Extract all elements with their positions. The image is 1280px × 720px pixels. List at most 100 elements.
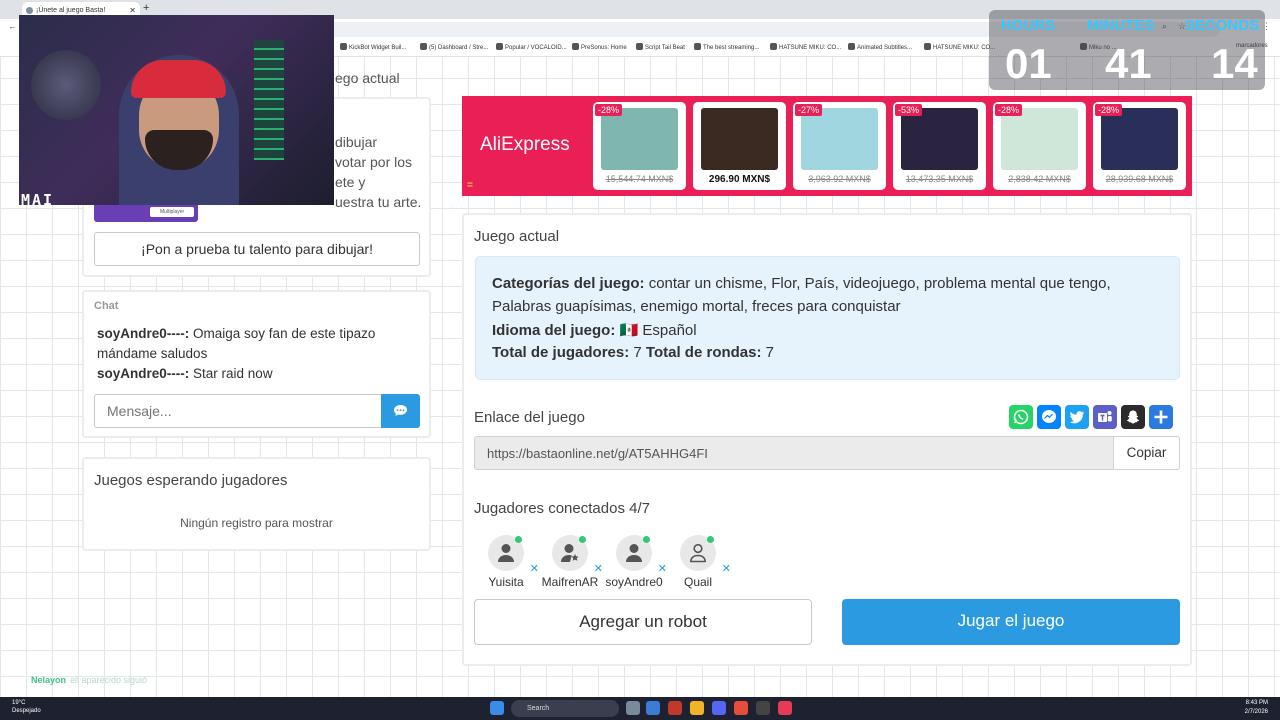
ad-discount-badge: -53% — [895, 104, 923, 116]
ad-product-image — [801, 108, 878, 170]
copy-link-button[interactable]: Copiar — [1113, 436, 1180, 470]
chat-user: soyAndre0----: — [97, 326, 190, 341]
more-share-button[interactable] — [1149, 405, 1173, 429]
bookmark-icon — [496, 43, 503, 50]
online-status-dot — [579, 536, 586, 543]
folder-icon[interactable] — [690, 701, 704, 715]
start-icon[interactable] — [490, 701, 504, 715]
app-icon[interactable] — [756, 701, 770, 715]
draw-talent-button[interactable]: ¡Pon a prueba tu talento para dibujar! — [94, 232, 420, 266]
chat-text: mándame saludos — [97, 346, 208, 361]
alert-user: Nelayon — [31, 675, 67, 685]
categories-label: Categorías del juego: — [492, 275, 645, 292]
bookmark-item[interactable]: Popular / VOCALOID... — [496, 43, 567, 51]
chrome-icon[interactable] — [734, 701, 748, 715]
multiplayer-badge-label: Multiplayer — [150, 207, 194, 217]
ad-product-price: 2,838.42 MXN$ — [1008, 174, 1071, 184]
player-item: soyAndre0 ✕ — [599, 535, 669, 589]
ad-product-image — [601, 108, 678, 170]
ad-product[interactable]: -28% 2,838.42 MXN$ — [993, 102, 1086, 190]
player-avatar — [680, 535, 716, 571]
game-info-box: Categorías del juego: contar un chisme, … — [475, 256, 1180, 380]
add-robot-button[interactable]: Agregar un robot — [474, 599, 812, 645]
bookmark-item[interactable]: The best streaming... — [694, 43, 759, 51]
bookmark-icon — [636, 43, 643, 50]
bookmark-icon — [340, 43, 347, 50]
messenger-icon — [1042, 410, 1056, 423]
new-tab-button[interactable]: + — [143, 2, 149, 14]
game-link-input[interactable] — [474, 436, 1114, 470]
categories-line: Categorías del juego: contar un chisme, … — [492, 275, 1111, 292]
windows-taskbar: 19°C Despejado Search 8:43 PM 2/7/2026 — [0, 697, 1280, 720]
user-icon — [498, 544, 514, 562]
chat-message-input[interactable] — [94, 394, 382, 428]
bookmark-item[interactable]: Animated Subtitles... — [848, 43, 912, 51]
teams-share-button[interactable] — [1093, 405, 1117, 429]
categories-value: contar un chisme, Flor, País, videojuego… — [648, 275, 1111, 292]
bookmark-item[interactable]: KickBot Widget Buil... — [340, 43, 406, 51]
ad-discount-badge: -27% — [795, 104, 823, 116]
chat-text: Star raid now — [193, 366, 273, 381]
bookmark-item[interactable]: HATSUNE MIKU: CO... — [924, 43, 995, 51]
player-avatar — [616, 535, 652, 571]
streamer-cap — [131, 60, 226, 98]
ad-product[interactable]: -53% 13,473.35 MXN$ — [893, 102, 986, 190]
players-total-label: Total de jugadores: — [492, 344, 630, 361]
seconds-value: 14 — [1211, 40, 1258, 87]
ad-product-image — [701, 108, 778, 170]
language-label: Idioma del juego: — [492, 322, 616, 339]
back-icon[interactable]: ← — [8, 21, 17, 31]
aliexpress-ad-banner[interactable]: AliExpress = -28% 15,544.74 MXN$ 296.90 MX… — [462, 96, 1192, 196]
waiting-games-title: Juegos esperando jugadores — [94, 472, 288, 489]
player-name: soyAndre0 — [605, 575, 663, 589]
stream-alert: Nelayon ell aparecido siguió — [31, 675, 147, 685]
connected-players-title: Jugadores conectados 4/7 — [474, 500, 650, 517]
bookmark-icon — [770, 43, 777, 50]
online-status-dot — [515, 536, 522, 543]
partial-heading: ego actual — [335, 70, 400, 86]
ad-product-image — [1101, 108, 1178, 170]
rounds-total-label: Total de rondas: — [645, 344, 762, 361]
alert-text: ell aparecido siguió — [70, 675, 148, 685]
app-icon[interactable] — [646, 701, 660, 715]
remove-player-icon[interactable]: ✕ — [722, 562, 731, 575]
ad-product-image — [1001, 108, 1078, 170]
user-outline-icon — [689, 543, 707, 563]
bookmark-item[interactable]: HATSUNE MIKU: CO... — [770, 43, 841, 51]
chat-send-button[interactable] — [381, 394, 420, 428]
ad-product[interactable]: 296.90 MXN$ — [693, 102, 786, 190]
ad-product[interactable]: -27% 3,963.92 MXN$ — [793, 102, 886, 190]
chat-user: soyAndre0----: — [97, 366, 190, 381]
taskbar-search[interactable]: Search — [511, 700, 619, 717]
bookmark-item[interactable]: Script Tail Beat — [636, 43, 685, 51]
music-icon[interactable] — [778, 701, 792, 715]
chat-message: mándame saludos — [97, 346, 207, 361]
ad-product[interactable]: -28% 15,544.74 MXN$ — [593, 102, 686, 190]
player-item: Quail ✕ — [663, 535, 733, 589]
bookmark-item[interactable]: PreSonus: Home — [572, 43, 627, 51]
play-game-button[interactable]: Jugar el juego — [842, 599, 1180, 645]
discord-icon[interactable] — [712, 701, 726, 715]
game-link-title: Enlace del juego — [474, 409, 585, 426]
ad-product[interactable]: -28% 28,939.68 MXN$ — [1093, 102, 1186, 190]
ad-menu-icon: = — [467, 180, 473, 191]
bookmark-icon — [848, 43, 855, 50]
bookmark-item[interactable]: (5) Dashboard / Stre... — [420, 43, 488, 51]
messenger-share-button[interactable] — [1037, 405, 1061, 429]
totals-line: Total de jugadores: 7 Total de rondas: 7 — [492, 344, 774, 361]
player-item: Yuisita ✕ — [471, 535, 541, 589]
categories-line-2: Palabras guapísimas, enemigo mortal, fre… — [492, 298, 901, 315]
snapchat-share-button[interactable] — [1121, 405, 1145, 429]
player-name: Quail — [683, 575, 712, 589]
task-view-icon[interactable] — [626, 701, 640, 715]
ad-discount-badge: -28% — [995, 104, 1023, 116]
weather-widget[interactable]: 19°C Despejado — [12, 699, 41, 715]
plus-icon — [1154, 410, 1168, 424]
app-icon[interactable] — [668, 701, 682, 715]
chat-message: soyAndre0----: Omaiga soy fan de este ti… — [97, 326, 375, 341]
ad-discount-badge: -28% — [595, 104, 623, 116]
taskbar-clock[interactable]: 8:43 PM 2/7/2026 — [1245, 699, 1268, 717]
ad-discount-badge: -28% — [1095, 104, 1123, 116]
twitter-share-button[interactable] — [1065, 405, 1089, 429]
whatsapp-share-button[interactable] — [1009, 405, 1033, 429]
